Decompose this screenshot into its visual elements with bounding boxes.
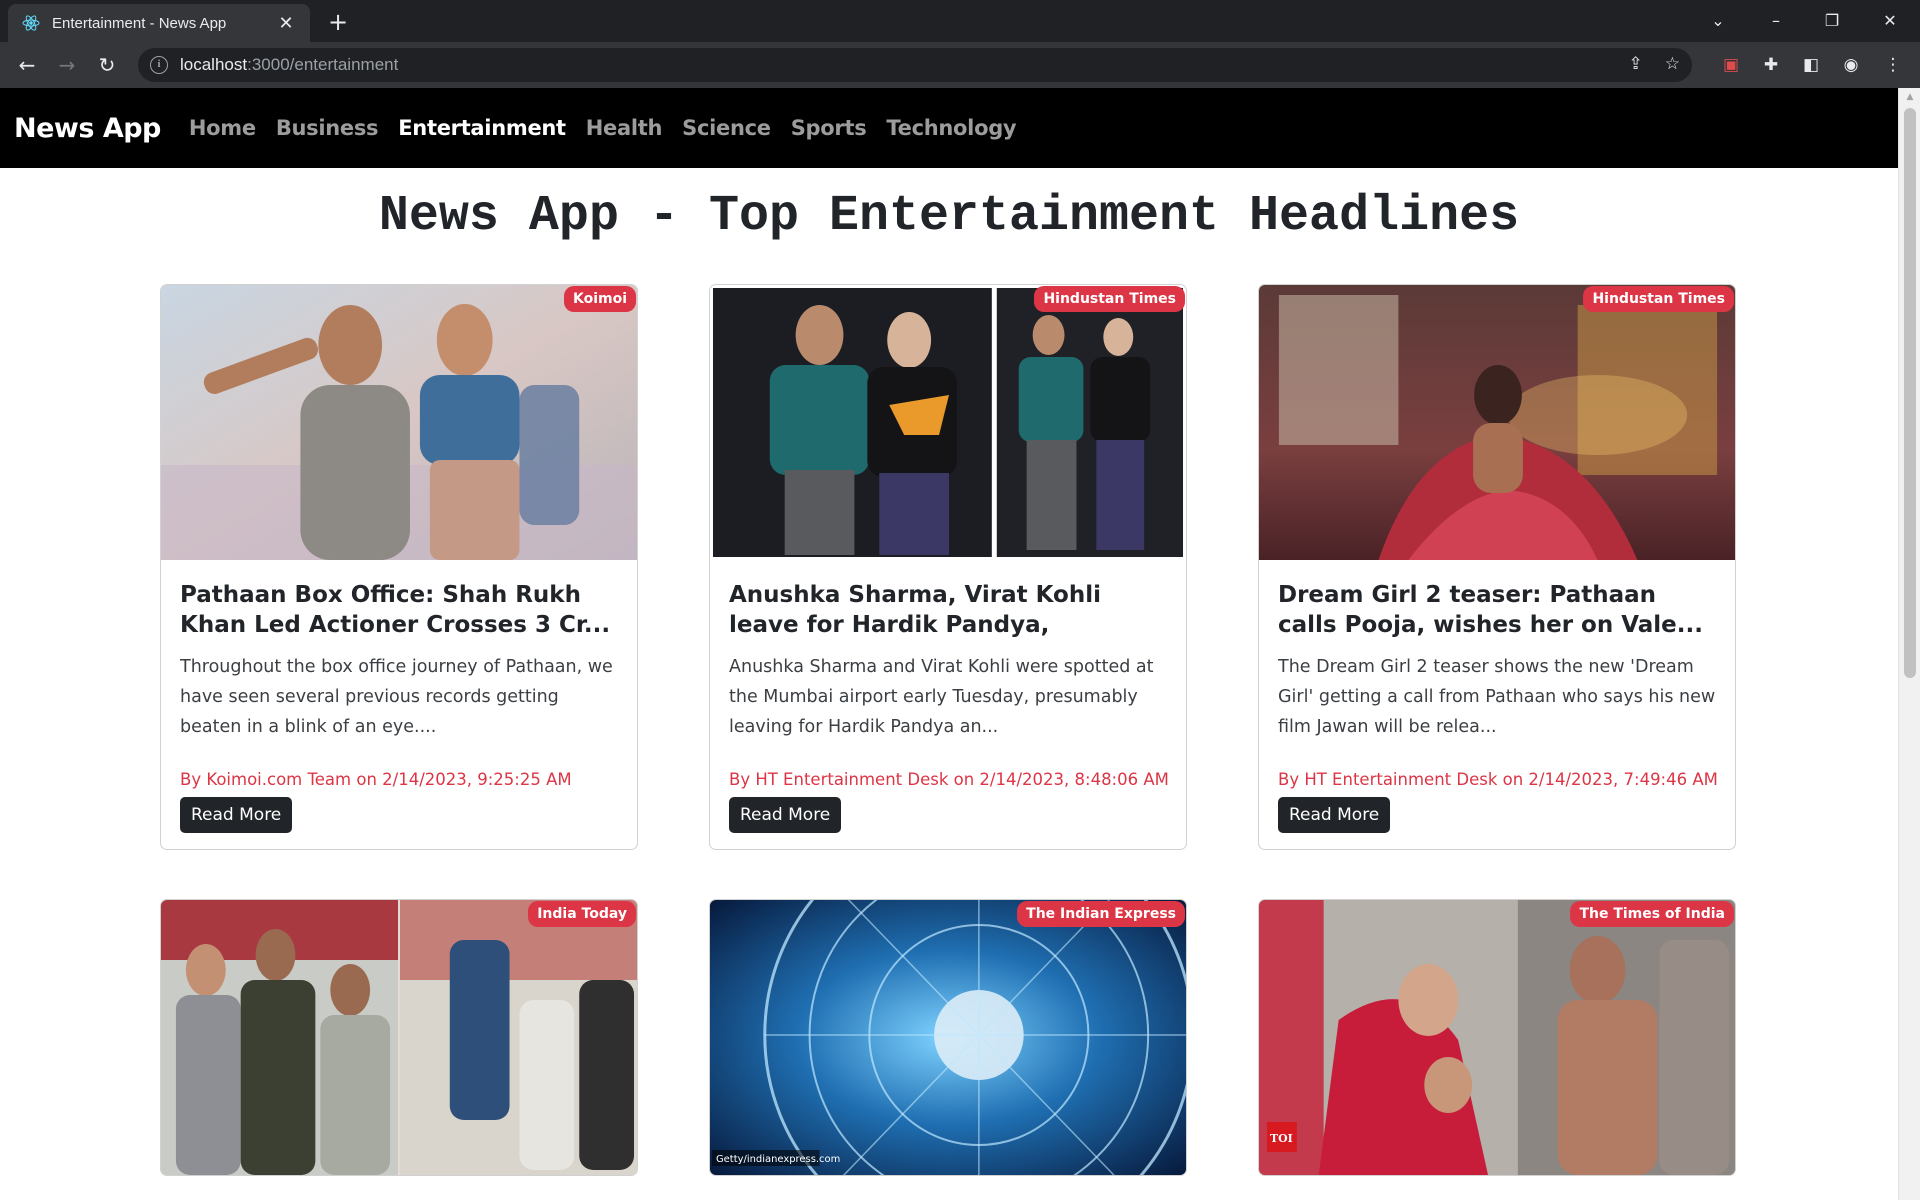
card-author: By HT Entertainment Desk on 2/14/2023, 8… xyxy=(729,770,1169,789)
news-image: Hindustan Times xyxy=(710,285,1186,560)
back-icon[interactable]: ← xyxy=(13,51,41,79)
card-author: By HT Entertainment Desk on 2/14/2023, 7… xyxy=(1278,770,1718,789)
news-image: Getty/indianexpress.com The Indian Expre… xyxy=(710,900,1186,1175)
minimize-icon[interactable]: – xyxy=(1754,6,1798,36)
card-author: By Koimoi.com Team on 2/14/2023, 9:25:25… xyxy=(180,770,572,789)
extension-icon[interactable]: ▣ xyxy=(1718,52,1744,78)
source-badge: The Indian Express xyxy=(1017,901,1185,927)
tab-title: Entertainment - News App xyxy=(52,14,227,32)
card-title: Dream Girl 2 teaser: Pathaan calls Pooja… xyxy=(1278,582,1703,638)
read-more-button[interactable]: Read More xyxy=(729,797,842,833)
new-tab-button[interactable]: + xyxy=(324,8,352,36)
site-info-icon[interactable]: i xyxy=(150,56,168,74)
news-card: TOI The Times of India xyxy=(1258,899,1736,1176)
restore-icon[interactable]: ❐ xyxy=(1810,6,1854,36)
tab-search-chevron-icon[interactable]: ⌄ xyxy=(1696,6,1740,36)
scroll-thumb[interactable] xyxy=(1904,108,1916,678)
source-badge: Koimoi xyxy=(563,286,636,312)
card-body: Pathaan Box Office: Shah Rukh Khan Led A… xyxy=(161,560,637,849)
address-bar[interactable]: i localhost:3000/entertainment ⇪ ☆ xyxy=(138,48,1692,82)
nav-link-health[interactable]: Health xyxy=(586,116,663,140)
card-title: Anushka Sharma, Virat Kohli leave for Ha… xyxy=(729,582,1101,638)
nav-link-home[interactable]: Home xyxy=(189,116,256,140)
card-description: Anushka Sharma and Virat Kohli were spot… xyxy=(729,657,1154,737)
app-navbar: News App Home Business Entertainment Hea… xyxy=(0,88,1898,168)
window-close-icon[interactable]: ✕ xyxy=(1868,6,1912,36)
browser-tab-strip: Entertainment - News App ✕ + ⌄ – ❐ ✕ xyxy=(0,0,1920,42)
news-card: India Today xyxy=(160,899,638,1176)
nav-link-technology[interactable]: Technology xyxy=(886,116,1016,140)
news-image: TOI The Times of India xyxy=(1259,900,1735,1175)
page-scrollbar[interactable]: ▲ xyxy=(1898,88,1920,1200)
source-badge: The Times of India xyxy=(1570,901,1734,927)
news-image: India Today xyxy=(161,900,637,1175)
source-badge: India Today xyxy=(528,901,636,927)
source-badge: Hindustan Times xyxy=(1034,286,1185,312)
toi-logo-text: TOI xyxy=(1270,1132,1293,1145)
omnibox-actions: ⇪ ☆ xyxy=(1629,54,1681,74)
news-card: Hindustan Times Anushka Sharma, Virat Ko… xyxy=(709,284,1187,850)
side-panel-icon[interactable]: ◧ xyxy=(1798,52,1824,78)
tab-close-icon[interactable]: ✕ xyxy=(276,13,296,34)
more-menu-icon[interactable]: ⋮ xyxy=(1880,52,1906,78)
browser-toolbar: ← → ↻ i localhost:3000/entertainment ⇪ ☆… xyxy=(0,42,1920,88)
brand-logo[interactable]: News App xyxy=(14,113,161,144)
browser-tab[interactable]: Entertainment - News App ✕ xyxy=(8,4,310,42)
news-image: Hindustan Times xyxy=(1259,285,1735,560)
card-description: The Dream Girl 2 teaser shows the new 'D… xyxy=(1278,657,1716,737)
forward-icon[interactable]: → xyxy=(53,51,81,79)
card-title: Pathaan Box Office: Shah Rukh Khan Led A… xyxy=(180,582,611,638)
nav-link-sports[interactable]: Sports xyxy=(791,116,867,140)
nav-link-entertainment[interactable]: Entertainment xyxy=(398,116,566,140)
news-card: Getty/indianexpress.com The Indian Expre… xyxy=(709,899,1187,1176)
puzzle-extensions-icon[interactable]: ✚ xyxy=(1758,52,1784,78)
page-viewport: News App Home Business Entertainment Hea… xyxy=(0,88,1898,1200)
news-image: Koimoi xyxy=(161,285,637,560)
card-body: Anushka Sharma, Virat Kohli leave for Ha… xyxy=(710,560,1186,849)
source-badge: Hindustan Times xyxy=(1583,286,1734,312)
image-caption: Getty/indianexpress.com xyxy=(716,1154,840,1165)
read-more-button[interactable]: Read More xyxy=(180,797,293,833)
nav-link-business[interactable]: Business xyxy=(276,116,379,140)
read-more-button[interactable]: Read More xyxy=(1278,797,1391,833)
page-headline: News App - Top Entertainment Headlines xyxy=(378,188,1520,245)
react-favicon-icon xyxy=(22,14,40,32)
card-body: Dream Girl 2 teaser: Pathaan calls Pooja… xyxy=(1259,560,1735,849)
nav-link-science[interactable]: Science xyxy=(682,116,771,140)
url-path: :3000/entertainment xyxy=(247,55,399,74)
bookmark-star-icon[interactable]: ☆ xyxy=(1665,54,1680,74)
news-card: Hindustan Times Dream Girl 2 teaser: Pat… xyxy=(1258,284,1736,850)
profile-avatar-icon[interactable]: ◉ xyxy=(1838,52,1864,78)
share-icon[interactable]: ⇪ xyxy=(1629,54,1643,74)
reload-icon[interactable]: ↻ xyxy=(93,51,121,79)
url-host: localhost xyxy=(180,55,248,74)
scroll-up-arrow-icon[interactable]: ▲ xyxy=(1899,88,1920,106)
news-card: Koimoi Pathaan Box Office: Shah Rukh Kha… xyxy=(160,284,638,850)
card-description: Throughout the box office journey of Pat… xyxy=(180,657,613,737)
